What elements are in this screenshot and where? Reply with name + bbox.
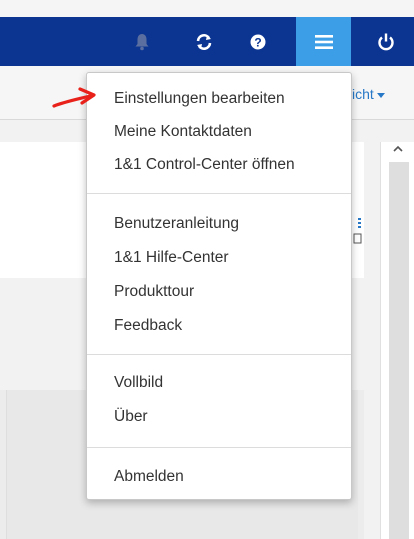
- view-dropdown-label: icht: [352, 86, 374, 102]
- menu-divider: [87, 354, 351, 355]
- caret-down-icon: [376, 92, 385, 98]
- menu-item-edit-settings[interactable]: Einstellungen bearbeiten: [114, 90, 285, 108]
- power-icon: [378, 33, 394, 50]
- menu-item-user-guide[interactable]: Benutzeranleitung: [114, 215, 239, 233]
- hamburger-menu-icon: [314, 34, 333, 49]
- help-button[interactable]: ?: [240, 17, 276, 66]
- view-dropdown[interactable]: icht: [352, 86, 385, 102]
- help-icon: ?: [250, 34, 266, 49]
- scrollbar-track[interactable]: [389, 162, 409, 539]
- main-menu-button[interactable]: [296, 17, 351, 66]
- menu-item-feedback[interactable]: Feedback: [114, 317, 182, 335]
- main-menu-dropdown: Einstellungen bearbeiten Meine Kontaktda…: [86, 72, 352, 500]
- list-view-icon[interactable]: [352, 218, 362, 255]
- menu-item-about[interactable]: Über: [114, 408, 148, 426]
- menu-divider: [87, 447, 351, 448]
- right-scroll-panel: [380, 142, 414, 539]
- menu-item-logout[interactable]: Abmelden: [114, 468, 184, 486]
- refresh-icon: [196, 33, 212, 50]
- notifications-button[interactable]: [124, 17, 160, 66]
- menu-item-fullscreen[interactable]: Vollbild: [114, 374, 163, 392]
- top-strip: [0, 0, 414, 17]
- top-navigation-bar: ?: [0, 0, 414, 66]
- menu-divider: [87, 193, 351, 194]
- bell-icon: [135, 33, 149, 50]
- red-annotation-arrow-icon: [52, 87, 96, 108]
- svg-text:?: ?: [254, 35, 261, 49]
- menu-item-help-center[interactable]: 1&1 Hilfe-Center: [114, 249, 229, 267]
- refresh-button[interactable]: [186, 17, 222, 66]
- logout-power-button[interactable]: [368, 17, 404, 66]
- menu-item-open-control-center[interactable]: 1&1 Control-Center öffnen: [114, 156, 295, 174]
- menu-item-product-tour[interactable]: Produkttour: [114, 283, 194, 301]
- chevron-up-icon[interactable]: [393, 144, 403, 154]
- menu-item-contact-details[interactable]: Meine Kontaktdaten: [114, 123, 252, 141]
